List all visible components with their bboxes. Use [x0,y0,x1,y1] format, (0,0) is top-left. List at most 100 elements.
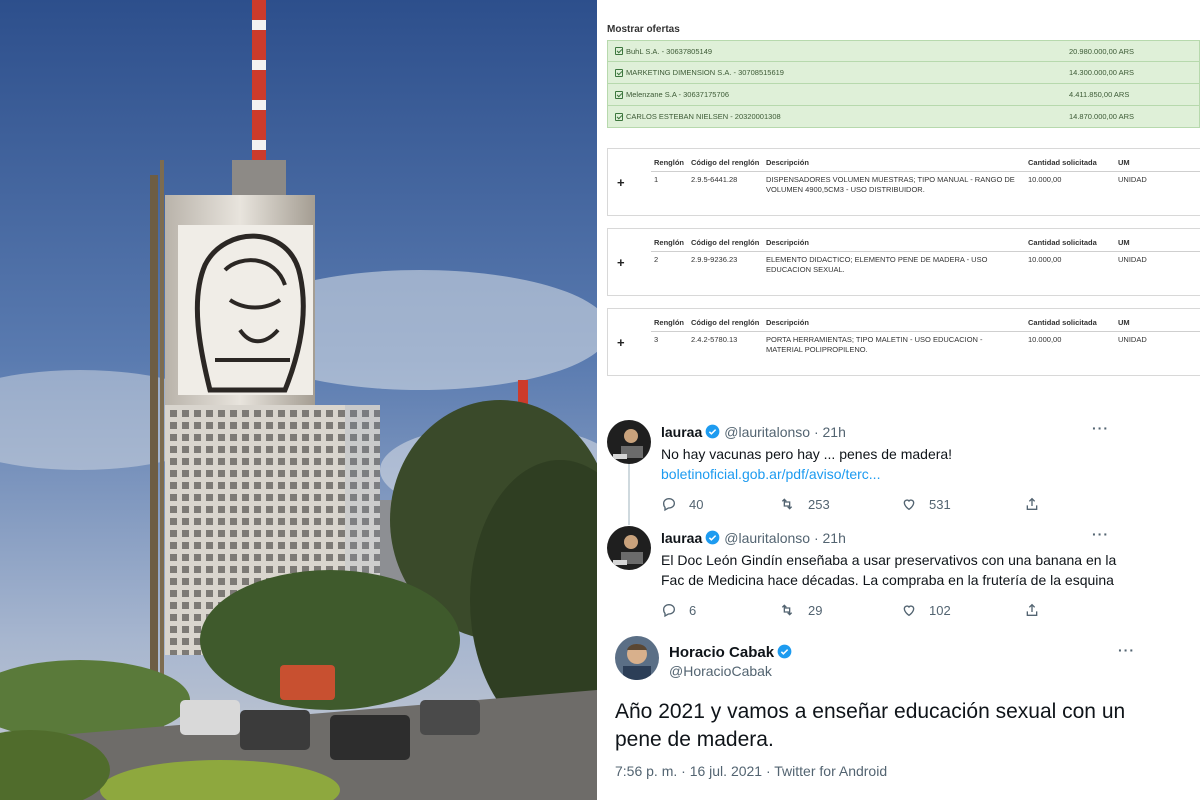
separator: · [813,530,819,546]
more-icon[interactable]: ··· [1118,642,1135,658]
header-codigo: Código del renglón [691,238,760,247]
item-card: + Renglón Código del renglón Descripción… [607,228,1200,296]
retweet-button[interactable]: 253 [778,496,830,512]
user-name[interactable]: Horacio Cabak [669,644,796,661]
offer-name: Melenzane S.A - 30637175706 [626,90,729,99]
tweet-text: El Doc León Gindín enseñaba a usar prese… [661,552,1117,588]
share-button[interactable] [1024,602,1052,618]
verified-icon [705,424,720,439]
user-name-text: Horacio Cabak [669,644,775,661]
divider [651,251,1200,252]
retweet-button[interactable]: 29 [778,602,822,618]
tweet-text: No hay vacunas pero hay ... penes de mad… [661,444,1131,484]
offer-row[interactable]: Melenzane S.A - 30637175706 4.411.850,00… [607,84,1200,106]
header-renglon: Renglón [654,158,684,167]
expand-button[interactable]: + [617,175,625,190]
header-codigo: Código del renglón [691,318,760,327]
building-photo [0,0,597,800]
header-codigo: Código del renglón [691,158,760,167]
cell-um: UNIDAD [1118,335,1147,344]
like-count: 102 [929,602,951,618]
user-name[interactable]: lauraa [661,530,702,546]
cell-renglon: 1 [654,175,659,184]
cell-descripcion: ELEMENTO DIDACTICO; ELEMENTO PENE DE MAD… [766,255,988,274]
cell-codigo: 2.9.5-6441.28 [691,175,738,184]
tweet-text-line: No hay vacunas pero hay ... penes de mad… [661,446,953,462]
offer-amount: 14.870.000,00 ARS [1069,112,1135,121]
tweet-actions: 6 29 102 [661,602,1091,620]
header-um: UM [1118,158,1130,167]
check-icon [615,112,623,121]
check-icon [615,68,623,77]
retweet-count: 253 [808,496,830,512]
tweet-meta[interactable]: 7:56 p. m. · 16 jul. 2021 · Twitter for … [615,763,887,779]
retweet-icon [781,498,793,510]
user-handle[interactable]: @lauritalonso [724,424,810,440]
check-icon [615,47,623,55]
expand-button[interactable]: + [617,335,625,350]
cell-renglon: 2 [654,255,659,264]
header-descripcion: Descripción [766,238,809,247]
reply-count: 6 [689,602,697,618]
header-renglon: Renglón [654,238,684,247]
user-handle[interactable]: @lauritalonso [724,530,810,546]
heart-icon [903,499,915,511]
cell-codigo: 2.4.2-5780.13 [691,335,738,344]
heart-icon [903,605,915,617]
header-cantidad: Cantidad solicitada [1028,238,1097,247]
expand-button[interactable]: + [617,255,625,270]
cell-cantidad: 10.000,00 [1028,335,1062,344]
header-um: UM [1118,318,1130,327]
tweet[interactable]: lauraa @lauritalonso · 21h ··· El Doc Leó… [607,526,1127,626]
verified-icon [705,530,720,545]
offer-amount: 4.411.850,00 ARS [1069,90,1130,99]
user-name[interactable]: lauraa [661,424,702,440]
tweet[interactable]: lauraa @lauritalonso · 21h ··· No hay vac… [607,420,1127,520]
share-button[interactable] [1024,496,1052,512]
offer-amount: 20.980.000,00 ARS [1069,46,1135,56]
check-icon [615,90,623,99]
divider [651,331,1200,332]
header-cantidad: Cantidad solicitada [1028,158,1097,167]
more-icon[interactable]: ··· [1092,526,1109,542]
share-icon [1026,497,1038,510]
retweet-count: 29 [808,602,823,618]
retweet-icon [781,604,793,616]
reply-icon [662,603,676,618]
tweet-header: lauraa @lauritalonso · 21h [661,424,846,440]
offer-row[interactable]: MARKETING DIMENSION S.A. - 30708515619 1… [607,62,1200,84]
reply-button[interactable]: 6 [661,602,696,618]
tweet-link[interactable]: boletinoficial.gob.ar/pdf/aviso/terc... [661,464,1131,484]
like-button[interactable]: 531 [901,496,951,512]
header-descripcion: Descripción [766,318,809,327]
header-descripcion: Descripción [766,158,809,167]
avatar[interactable] [615,636,659,680]
more-icon[interactable]: ··· [1092,420,1109,436]
tweet-actions: 40 253 531 [661,496,1091,514]
offers-list: BuhL S.A. - 30637805149 20.980.000,00 AR… [607,40,1200,128]
user-handle[interactable]: @HoracioCabak [669,663,772,679]
item-card: + Renglón Código del renglón Descripción… [607,148,1200,216]
cell-um: UNIDAD [1118,175,1147,184]
offers-title[interactable]: Mostrar ofertas [607,24,680,35]
offer-amount: 14.300.000,00 ARS [1069,68,1135,77]
tweet-time[interactable]: 21h [823,424,846,440]
like-count: 531 [929,496,951,512]
avatar[interactable] [607,420,651,464]
cell-cantidad: 10.000,00 [1028,175,1062,184]
like-button[interactable]: 102 [901,602,951,618]
cell-codigo: 2.9.9-9236.23 [691,255,738,264]
item-card: + Renglón Código del renglón Descripción… [607,308,1200,376]
reply-button[interactable]: 40 [661,496,703,512]
header-renglon: Renglón [654,318,684,327]
offer-row[interactable]: BuhL S.A. - 30637805149 20.980.000,00 AR… [607,40,1200,62]
cell-descripcion: PORTA HERRAMIENTAS; TIPO MALETIN - USO E… [766,335,983,354]
cell-cantidad: 10.000,00 [1028,255,1062,264]
tweet-time[interactable]: 21h [823,530,846,546]
offer-name: BuhL S.A. - 30637805149 [626,46,713,56]
cell-descripcion: DISPENSADORES VOLUMEN MUESTRAS; TIPO MAN… [766,175,1015,194]
offer-row[interactable]: CARLOS ESTEBAN NIELSEN - 20320001308 14.… [607,106,1200,128]
reply-count: 40 [689,496,704,512]
avatar[interactable] [607,526,651,570]
cell-um: UNIDAD [1118,255,1147,264]
